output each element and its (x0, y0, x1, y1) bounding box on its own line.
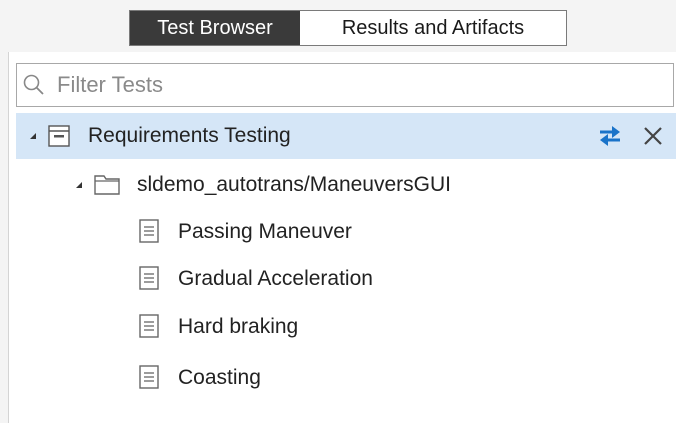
tab-bar: Test Browser Results and Artifacts (0, 0, 676, 52)
tree-node-label: Passing Maneuver (178, 220, 352, 243)
collapse-arrow-icon[interactable] (76, 182, 82, 188)
tree-node-label: sldemo_autotrans/ManeuversGUI (137, 173, 451, 196)
close-icon[interactable] (643, 126, 663, 146)
tree-node-test-case[interactable]: Passing Maneuver (16, 209, 676, 255)
document-icon (139, 314, 159, 338)
tree-node-test-case[interactable]: Gradual Acceleration (16, 256, 676, 302)
tree-node-suite[interactable]: sldemo_autotrans/ManeuversGUI (16, 162, 676, 208)
test-file-icon (48, 125, 70, 147)
tree-node-label: Coasting (178, 366, 261, 389)
tree-node-label: Requirements Testing (88, 124, 291, 147)
tree-node-label: Hard braking (178, 315, 299, 338)
document-icon (139, 266, 159, 290)
filter-tests-field[interactable] (16, 63, 674, 107)
refresh-icon[interactable] (598, 126, 622, 146)
filter-tests-input[interactable] (57, 68, 657, 102)
tab-group: Test Browser Results and Artifacts (129, 10, 567, 46)
document-icon (139, 365, 159, 389)
tree-node-test-case[interactable]: Coasting (16, 355, 676, 401)
tab-results-and-artifacts[interactable]: Results and Artifacts (300, 11, 566, 45)
tree-node-test-case[interactable]: Hard braking (16, 304, 676, 350)
collapse-arrow-icon[interactable] (30, 133, 36, 139)
search-icon (23, 74, 44, 95)
tree-node-label: Gradual Acceleration (178, 267, 373, 290)
tab-test-browser[interactable]: Test Browser (130, 11, 300, 45)
tree-node-requirements-testing[interactable]: Requirements Testing (16, 113, 676, 159)
document-icon (139, 219, 159, 243)
folder-icon (94, 175, 120, 195)
